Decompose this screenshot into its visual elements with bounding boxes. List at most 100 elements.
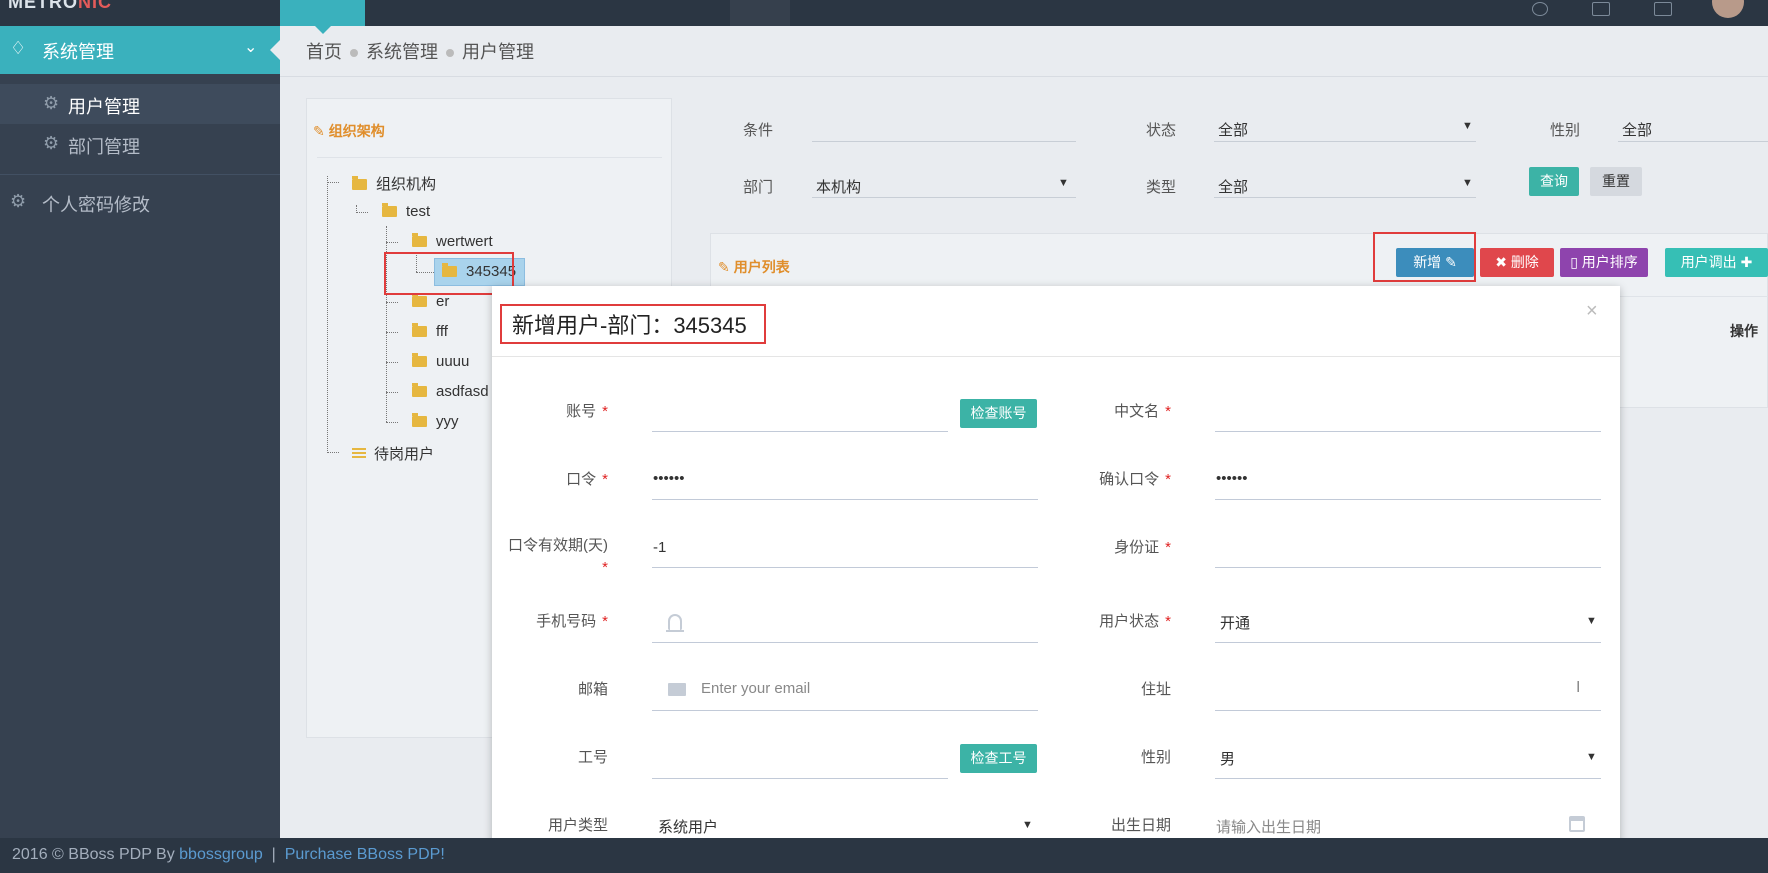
- password-validity-input[interactable]: -1: [653, 539, 666, 556]
- tree-node[interactable]: uuuu: [412, 353, 469, 370]
- birthday-label: 出生日期: [1110, 817, 1171, 834]
- condition-input[interactable]: [812, 141, 1076, 142]
- password-validity-label: 口令有效期(天) *: [508, 537, 608, 576]
- check-account-button[interactable]: 检查账号: [960, 399, 1037, 428]
- breadcrumb-divider: [280, 76, 1768, 77]
- folder-open-icon: [412, 233, 427, 247]
- footer-text: 2016 © BBoss PDP By bbossgroup | Purchas…: [12, 846, 445, 863]
- breadcrumb-system[interactable]: 系统管理: [366, 42, 438, 62]
- breadcrumb-home[interactable]: 首页: [306, 42, 342, 62]
- gender-select[interactable]: 全部: [1622, 119, 1652, 140]
- password-input-line: [652, 499, 1038, 500]
- breadcrumb: 首页 系统管理 用户管理: [306, 38, 534, 64]
- folder-icon: [412, 383, 427, 397]
- tree-node[interactable]: fff: [412, 323, 448, 340]
- tree-node-root[interactable]: 组织机构: [352, 173, 436, 194]
- brand-logo[interactable]: METRONIC: [8, 0, 112, 13]
- delete-user-button[interactable]: ✖ 删除: [1480, 248, 1554, 277]
- pin-icon: ✎: [718, 259, 730, 275]
- breadcrumb-current: 用户管理: [462, 42, 534, 62]
- status-select[interactable]: 全部: [1218, 119, 1248, 140]
- confirm-password-input-line: [1215, 499, 1601, 500]
- status-label: 状态: [1146, 122, 1177, 139]
- purchase-link[interactable]: Purchase BBoss PDP!: [285, 846, 445, 863]
- dept-select-line: [812, 197, 1076, 198]
- close-icon[interactable]: ×: [1586, 300, 1598, 323]
- account-input[interactable]: [652, 431, 948, 432]
- sort-user-button[interactable]: ▯ 用户排序: [1560, 248, 1648, 277]
- tree-node[interactable]: test: [382, 203, 430, 220]
- top-menu-active-tab[interactable]: [280, 0, 365, 34]
- diamond-icon: ♢: [10, 38, 27, 58]
- birthday-input[interactable]: 请输入出生日期: [1216, 816, 1321, 837]
- tree-node[interactable]: asdfasd: [412, 383, 489, 400]
- cn-name-input[interactable]: [1215, 431, 1601, 432]
- sidebar-item-label: 部门管理: [68, 137, 140, 157]
- check-employee-no-button[interactable]: 检查工号: [960, 744, 1037, 773]
- sidebar-item-label: 个人密码修改: [42, 195, 150, 215]
- cn-name-label: 中文名 *: [1114, 403, 1171, 420]
- highlight-box: [1373, 232, 1476, 282]
- gender-select[interactable]: 男: [1220, 748, 1235, 769]
- user-status-select-line: [1215, 642, 1601, 643]
- password-input[interactable]: ••••••: [653, 470, 685, 487]
- gender-select-line: [1618, 141, 1768, 142]
- type-label: 类型: [1146, 179, 1177, 196]
- status-select-line: [1214, 141, 1476, 142]
- type-select-line: [1214, 197, 1476, 198]
- folder-icon: [412, 293, 427, 307]
- tree-node-pending[interactable]: 待岗用户: [352, 443, 434, 464]
- plus-icon: ✚: [1740, 254, 1753, 270]
- sidebar-item-system-management[interactable]: ♢ 系统管理 ⌄: [0, 26, 280, 74]
- address-input[interactable]: [1215, 710, 1601, 711]
- id-card-input[interactable]: [1215, 567, 1601, 568]
- account-label: 账号 *: [566, 403, 608, 420]
- breadcrumb-separator: [446, 49, 454, 58]
- tree-line: [327, 452, 339, 453]
- dept-select[interactable]: 本机构: [816, 176, 861, 197]
- footer: 2016 © BBoss PDP By bbossgroup | Purchas…: [0, 838, 1768, 873]
- user-type-select[interactable]: 系统用户: [658, 816, 718, 837]
- user-status-select[interactable]: 开通: [1220, 612, 1250, 633]
- sidebar-item-password-change[interactable]: ⚙ 个人密码修改: [0, 182, 280, 222]
- sidebar-divider: [0, 174, 280, 175]
- avatar[interactable]: [1712, 0, 1744, 18]
- tree-line: [386, 422, 398, 423]
- employee-no-input[interactable]: [652, 778, 948, 779]
- transfer-user-button[interactable]: 用户调出 ✚: [1665, 248, 1768, 277]
- top-search-box[interactable]: [730, 0, 790, 26]
- sidebar-section-label: 系统管理: [42, 42, 114, 62]
- confirm-password-input[interactable]: ••••••: [1216, 470, 1248, 487]
- tree-node[interactable]: wertwert: [412, 233, 493, 250]
- calendar-icon[interactable]: [1569, 816, 1585, 832]
- password-validity-input-line: [652, 567, 1038, 568]
- top-navbar: METRONIC: [0, 0, 1768, 34]
- tree-node[interactable]: er: [412, 293, 449, 310]
- sidebar-item-dept-management[interactable]: ⚙ 部门管理: [0, 124, 280, 164]
- email-input[interactable]: Enter your email: [701, 680, 810, 697]
- folder-icon: [412, 353, 427, 367]
- mobile-label: 手机号码 *: [536, 613, 608, 630]
- tree-line: [386, 302, 398, 303]
- reset-button[interactable]: 重置: [1590, 167, 1642, 196]
- gender-label: 性别: [1140, 749, 1171, 766]
- sidebar-item-user-management[interactable]: ⚙ 用户管理: [0, 84, 280, 124]
- company-link[interactable]: bbossgroup: [179, 846, 263, 863]
- bell-icon[interactable]: [1532, 2, 1548, 16]
- sidebar: ♢ 系统管理 ⌄ ⚙ 用户管理 ⚙ 部门管理 ⚙ 个人密码修改: [0, 26, 280, 838]
- mobile-input[interactable]: [652, 642, 1038, 643]
- type-select[interactable]: 全部: [1218, 176, 1248, 197]
- gear-icon: ⚙: [43, 133, 60, 153]
- caret-down-icon: ▼: [1022, 819, 1033, 831]
- caret-down-icon: ▼: [1462, 120, 1473, 132]
- tree-node[interactable]: yyy: [412, 413, 459, 430]
- query-button[interactable]: 查询: [1529, 167, 1579, 196]
- calendar-icon[interactable]: [1654, 2, 1672, 16]
- tree-line: [386, 332, 398, 333]
- confirm-password-label: 确认口令 *: [1099, 471, 1171, 488]
- caret-down-icon: ▼: [1586, 751, 1597, 763]
- email-input-line: [652, 710, 1038, 711]
- envelope-icon[interactable]: [1592, 2, 1610, 16]
- tree-line: [327, 182, 339, 183]
- folder-open-icon: [382, 203, 397, 217]
